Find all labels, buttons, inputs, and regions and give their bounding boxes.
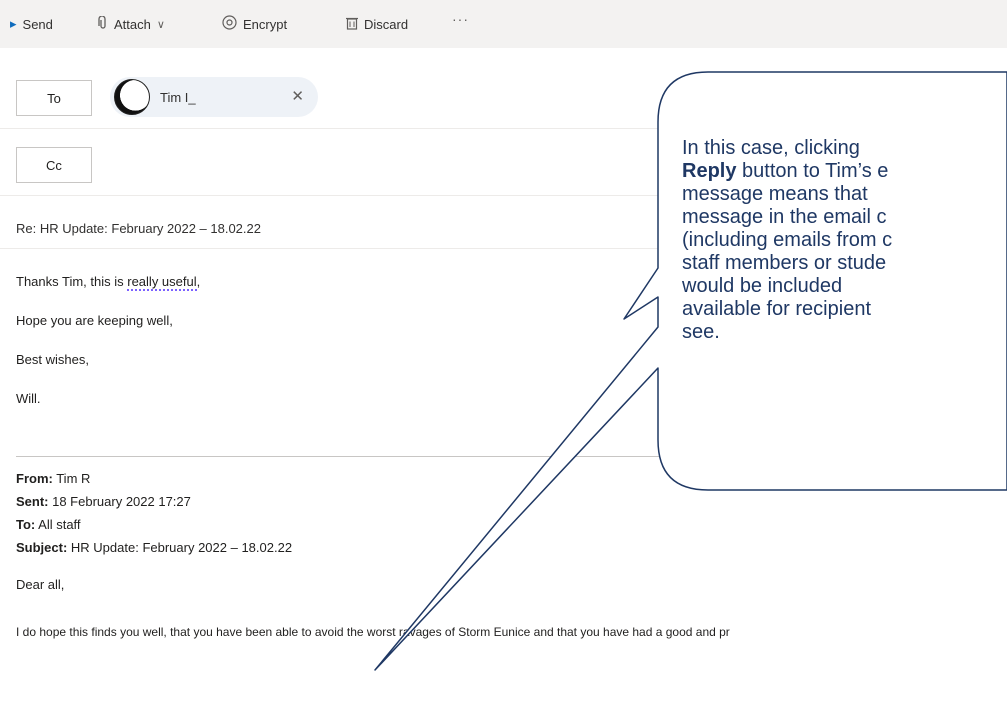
- callout-line-2-rest: button to Tim’s e: [736, 160, 889, 182]
- callout-line-4: message in the email c: [682, 206, 887, 228]
- callout-line-5: (including emails from c: [682, 229, 893, 251]
- callout-bubble: [374, 71, 1007, 671]
- callout-line-8: available for recipient: [682, 298, 871, 320]
- reply-emphasis: Reply: [682, 160, 737, 182]
- callout-line-1: In this case, clicking: [682, 137, 860, 159]
- callout-text: In this case, clicking Reply button to T…: [682, 137, 1007, 344]
- callout-line-9: see.: [682, 321, 720, 343]
- callout-line-3: message means that: [682, 183, 868, 205]
- callout-line-2: Reply button to Tim’s e: [682, 160, 1007, 183]
- callout-line-6: staff members or stude: [682, 252, 887, 274]
- callout-line-7: would be included: [682, 275, 843, 297]
